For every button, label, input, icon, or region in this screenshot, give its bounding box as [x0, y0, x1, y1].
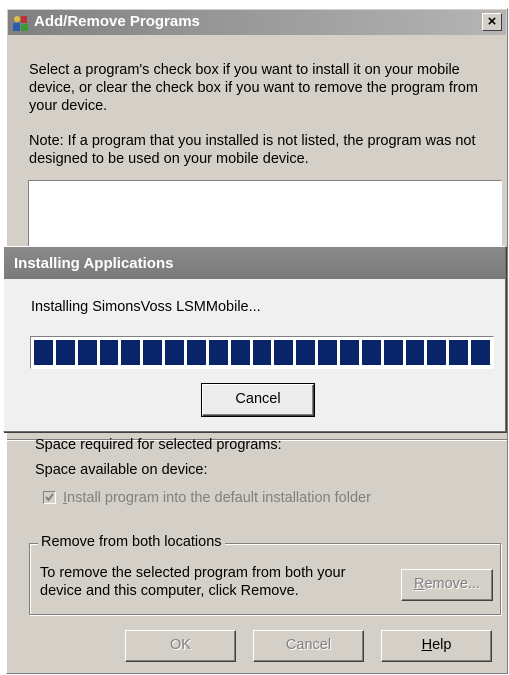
progress-segment — [230, 340, 250, 365]
progress-segment — [471, 340, 491, 365]
remove-group-legend: Remove from both locations — [38, 534, 225, 550]
install-status-text: Installing SimonsVoss LSMMobile... — [31, 299, 261, 315]
progress-segment — [405, 340, 425, 365]
remove-button[interactable]: Remove... — [401, 569, 493, 601]
title-bar: Add/Remove Programs × — [8, 10, 506, 35]
progress-segment — [187, 340, 206, 365]
instruction-text: Select a program's check box if you want… — [29, 62, 478, 114]
installing-applications-dialog: Installing Applications Installing Simon… — [3, 246, 506, 432]
default-folder-checkbox-row[interactable]: Install program into the default install… — [43, 490, 371, 506]
progress-segment — [296, 340, 316, 365]
programs-icon — [12, 14, 30, 32]
progress-cancel-button[interactable]: Cancel — [201, 383, 315, 417]
space-required-label: Space required for selected programs: — [35, 437, 282, 453]
remove-button-accel: R — [413, 576, 425, 592]
progress-segment — [449, 340, 469, 365]
progress-dialog-title: Installing Applications — [14, 255, 174, 272]
close-icon: × — [487, 13, 497, 30]
install-progress-bar — [30, 336, 494, 369]
progress-segment — [361, 340, 381, 365]
space-available-label: Space available on device: — [35, 462, 208, 478]
default-folder-label: nstall program into the default installa… — [67, 490, 371, 506]
help-button[interactable]: Help — [381, 630, 492, 662]
remove-button-label: emove... — [424, 576, 481, 592]
progress-segment — [274, 340, 294, 365]
progress-cancel-label: Cancel — [235, 391, 281, 407]
remove-group-text: To remove the selected program from both… — [40, 565, 346, 599]
progress-segment — [318, 340, 338, 365]
default-folder-checkbox[interactable] — [43, 491, 56, 504]
note-text: Note: If a program that you installed is… — [29, 133, 476, 167]
progress-segment — [77, 340, 97, 365]
progress-segment — [99, 340, 119, 365]
cancel-button-label: Cancel — [285, 637, 332, 653]
help-button-label: elp — [432, 637, 452, 653]
ok-button-label: OK — [170, 637, 191, 653]
progress-segment — [55, 340, 75, 365]
progress-segment — [427, 340, 447, 365]
progress-segment — [252, 340, 272, 365]
close-button[interactable]: × — [482, 13, 502, 31]
progress-segment — [383, 340, 403, 365]
ok-button[interactable]: OK — [125, 630, 236, 662]
progress-segment — [121, 340, 141, 365]
progress-segment — [143, 340, 163, 365]
progress-segment — [208, 340, 228, 365]
remove-group: Remove from both locations To remove the… — [29, 534, 501, 615]
progress-fill — [34, 340, 491, 365]
progress-segment — [165, 340, 185, 365]
window-title: Add/Remove Programs — [34, 13, 200, 30]
cancel-button[interactable]: Cancel — [253, 630, 364, 662]
help-button-accel: H — [421, 637, 433, 653]
progress-segment — [340, 340, 359, 365]
progress-dialog-title-bar: Installing Applications — [4, 247, 505, 279]
checkmark-icon — [45, 493, 54, 502]
progress-segment — [34, 340, 53, 365]
